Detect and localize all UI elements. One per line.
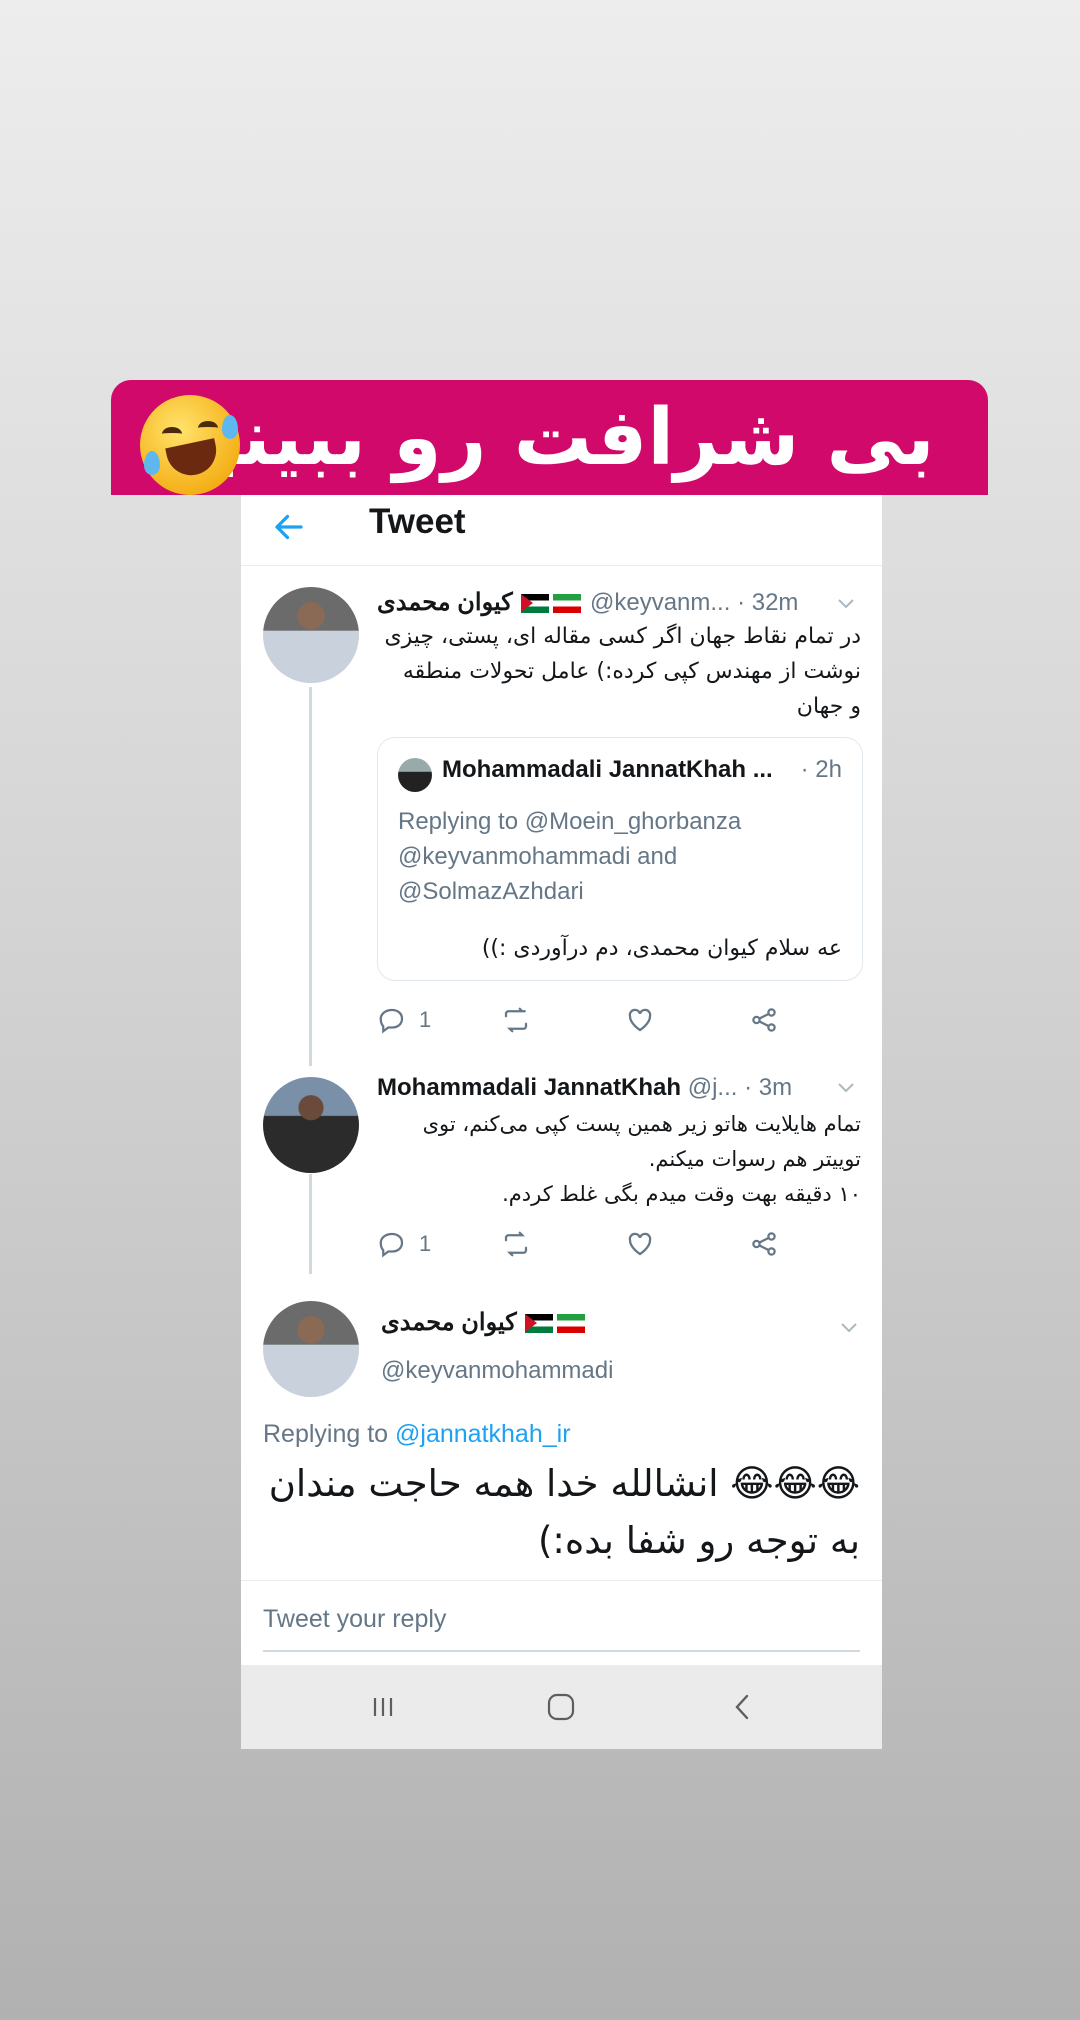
author-name[interactable]: کیوان محمدی	[377, 589, 513, 616]
quoted-tweet[interactable]: Mohammadali JannatKhah ... · 2h Replying…	[377, 737, 863, 981]
tweet-actions: 1	[377, 1003, 817, 1037]
tweet-text-line: و جهان	[796, 694, 861, 719]
share-button[interactable]	[749, 1227, 779, 1261]
like-button[interactable]	[625, 1003, 655, 1037]
rofl-emoji-icon	[140, 395, 240, 495]
system-nav-bar	[241, 1665, 882, 1749]
retweet-button[interactable]	[501, 1003, 531, 1037]
replying-to: Replying to @jannatkhah_ir	[263, 1420, 571, 1449]
back-icon[interactable]	[725, 1689, 761, 1725]
emoji-eye	[198, 421, 218, 435]
phone-screen: Tweet کیوان محمدی @keyvanm... · 32m در ت…	[241, 495, 882, 1749]
reply-input[interactable]: Tweet your reply	[263, 1605, 446, 1634]
reply-button[interactable]: 1	[377, 1227, 431, 1261]
author-name[interactable]: کیوان محمدی	[381, 1309, 517, 1336]
quoted-author-name: Mohammadali JannatKhah ...	[442, 756, 773, 783]
emoji-eye	[162, 427, 182, 441]
author-handle[interactable]: @keyvanmohammadi	[381, 1357, 613, 1384]
share-icon	[752, 1008, 776, 1032]
avatar[interactable]	[263, 1077, 359, 1173]
heart-icon	[628, 1008, 652, 1032]
share-icon	[752, 1232, 776, 1256]
thread-line	[309, 687, 312, 1066]
retweet-icon	[504, 1231, 528, 1257]
chevron-down-icon[interactable]	[839, 1317, 859, 1337]
iran-flag-icon	[557, 1314, 586, 1334]
tweet-text-line: تمام هایلایت هاتو زیر همین پست کپی می‌کن…	[422, 1112, 861, 1136]
tweet-header: کیوان محمدی @keyvanm... · 32m	[377, 587, 798, 619]
tweet-time: · 3m	[744, 1074, 793, 1101]
tweet-text-line: به توجه رو شفا بده:)	[537, 1519, 860, 1562]
avatar	[398, 758, 432, 792]
tweet-time: · 32m	[737, 589, 799, 616]
tweet-text: در تمام نقاط جهان اگر کسی مقاله ای، پستی…	[377, 619, 861, 724]
reply-underline	[263, 1650, 860, 1652]
tweet-text: تمام هایلایت هاتو زیر همین پست کپی می‌کن…	[377, 1107, 861, 1212]
reply-count: 1	[419, 1231, 432, 1256]
main-tweet-text: 😂😂😂 انشالله خدا همه حاجت مندان به توجه ر…	[260, 1455, 860, 1569]
home-icon[interactable]	[543, 1689, 579, 1725]
tweet-text-line: توییتر هم رسوات میکنم.	[648, 1147, 861, 1171]
story-banner: بی شرافت رو ببینید	[111, 380, 988, 495]
tweet-text-line: ۱۰ دقیقه بهت وقت میدم بگی غلط کردم.	[502, 1182, 861, 1206]
retweet-button[interactable]	[501, 1227, 531, 1261]
replying-line: @keyvanmohammadi and	[398, 843, 678, 870]
page-title: Tweet	[369, 502, 466, 541]
reply-icon	[379, 1232, 404, 1258]
replying-line: Replying to @Moein_ghorbanza	[398, 808, 742, 835]
palestine-flag-icon	[521, 594, 550, 614]
replying-prefix: Replying to	[263, 1420, 389, 1448]
like-button[interactable]	[625, 1227, 655, 1261]
palestine-flag-icon	[525, 1314, 554, 1334]
author-handle[interactable]: @j...	[688, 1074, 738, 1101]
back-arrow-icon[interactable]	[271, 509, 307, 545]
replying-handle-link[interactable]: @jannatkhah_ir	[395, 1420, 571, 1448]
reply-icon	[379, 1008, 404, 1034]
author-handle[interactable]: @keyvanm...	[590, 589, 730, 616]
quoted-replying-to: Replying to @Moein_ghorbanza @keyvanmoha…	[398, 804, 838, 909]
reply-button[interactable]: 1	[377, 1003, 431, 1037]
main-tweet-name-row: کیوان محمدی	[381, 1307, 587, 1339]
reply-count: 1	[419, 1007, 432, 1032]
reply-box[interactable]: Tweet your reply	[241, 1580, 882, 1661]
heart-icon	[628, 1232, 652, 1256]
retweet-icon	[504, 1007, 528, 1033]
quoted-text: عه سلام کیوان محمدی، دم درآوردی :))	[481, 936, 842, 961]
quoted-time: · 2h	[800, 756, 842, 783]
banner-text: بی شرافت رو ببینید	[164, 392, 935, 483]
chevron-down-icon[interactable]	[836, 1077, 856, 1097]
emoji-tear	[144, 451, 160, 475]
thread-line	[309, 1174, 312, 1274]
share-button[interactable]	[749, 1003, 779, 1037]
iran-flag-icon	[553, 594, 582, 614]
chevron-down-icon[interactable]	[836, 593, 856, 613]
avatar[interactable]	[263, 1301, 359, 1397]
emoji-tear	[222, 415, 238, 439]
recent-apps-icon[interactable]	[365, 1689, 401, 1725]
top-bar: Tweet	[241, 495, 882, 566]
replying-line: @SolmazAzhdari	[398, 878, 584, 905]
author-name[interactable]: Mohammadali JannatKhah	[377, 1074, 681, 1101]
tweet-text-line: 😂😂😂 انشالله خدا همه حاجت مندان	[268, 1462, 860, 1505]
emoji-mouth	[165, 438, 221, 480]
main-tweet-handle-row: @keyvanmohammadi	[381, 1355, 613, 1387]
avatar[interactable]	[263, 587, 359, 683]
tweet-text-line: در تمام نقاط جهان اگر کسی مقاله ای، پستی…	[384, 624, 861, 649]
tweet-text-line: نوشت از مهندس کپی کرده:) عامل تحولات منط…	[402, 659, 861, 684]
tweet-header: Mohammadali JannatKhah @j... · 3m	[377, 1072, 792, 1104]
tweet-actions: 1	[377, 1227, 817, 1261]
